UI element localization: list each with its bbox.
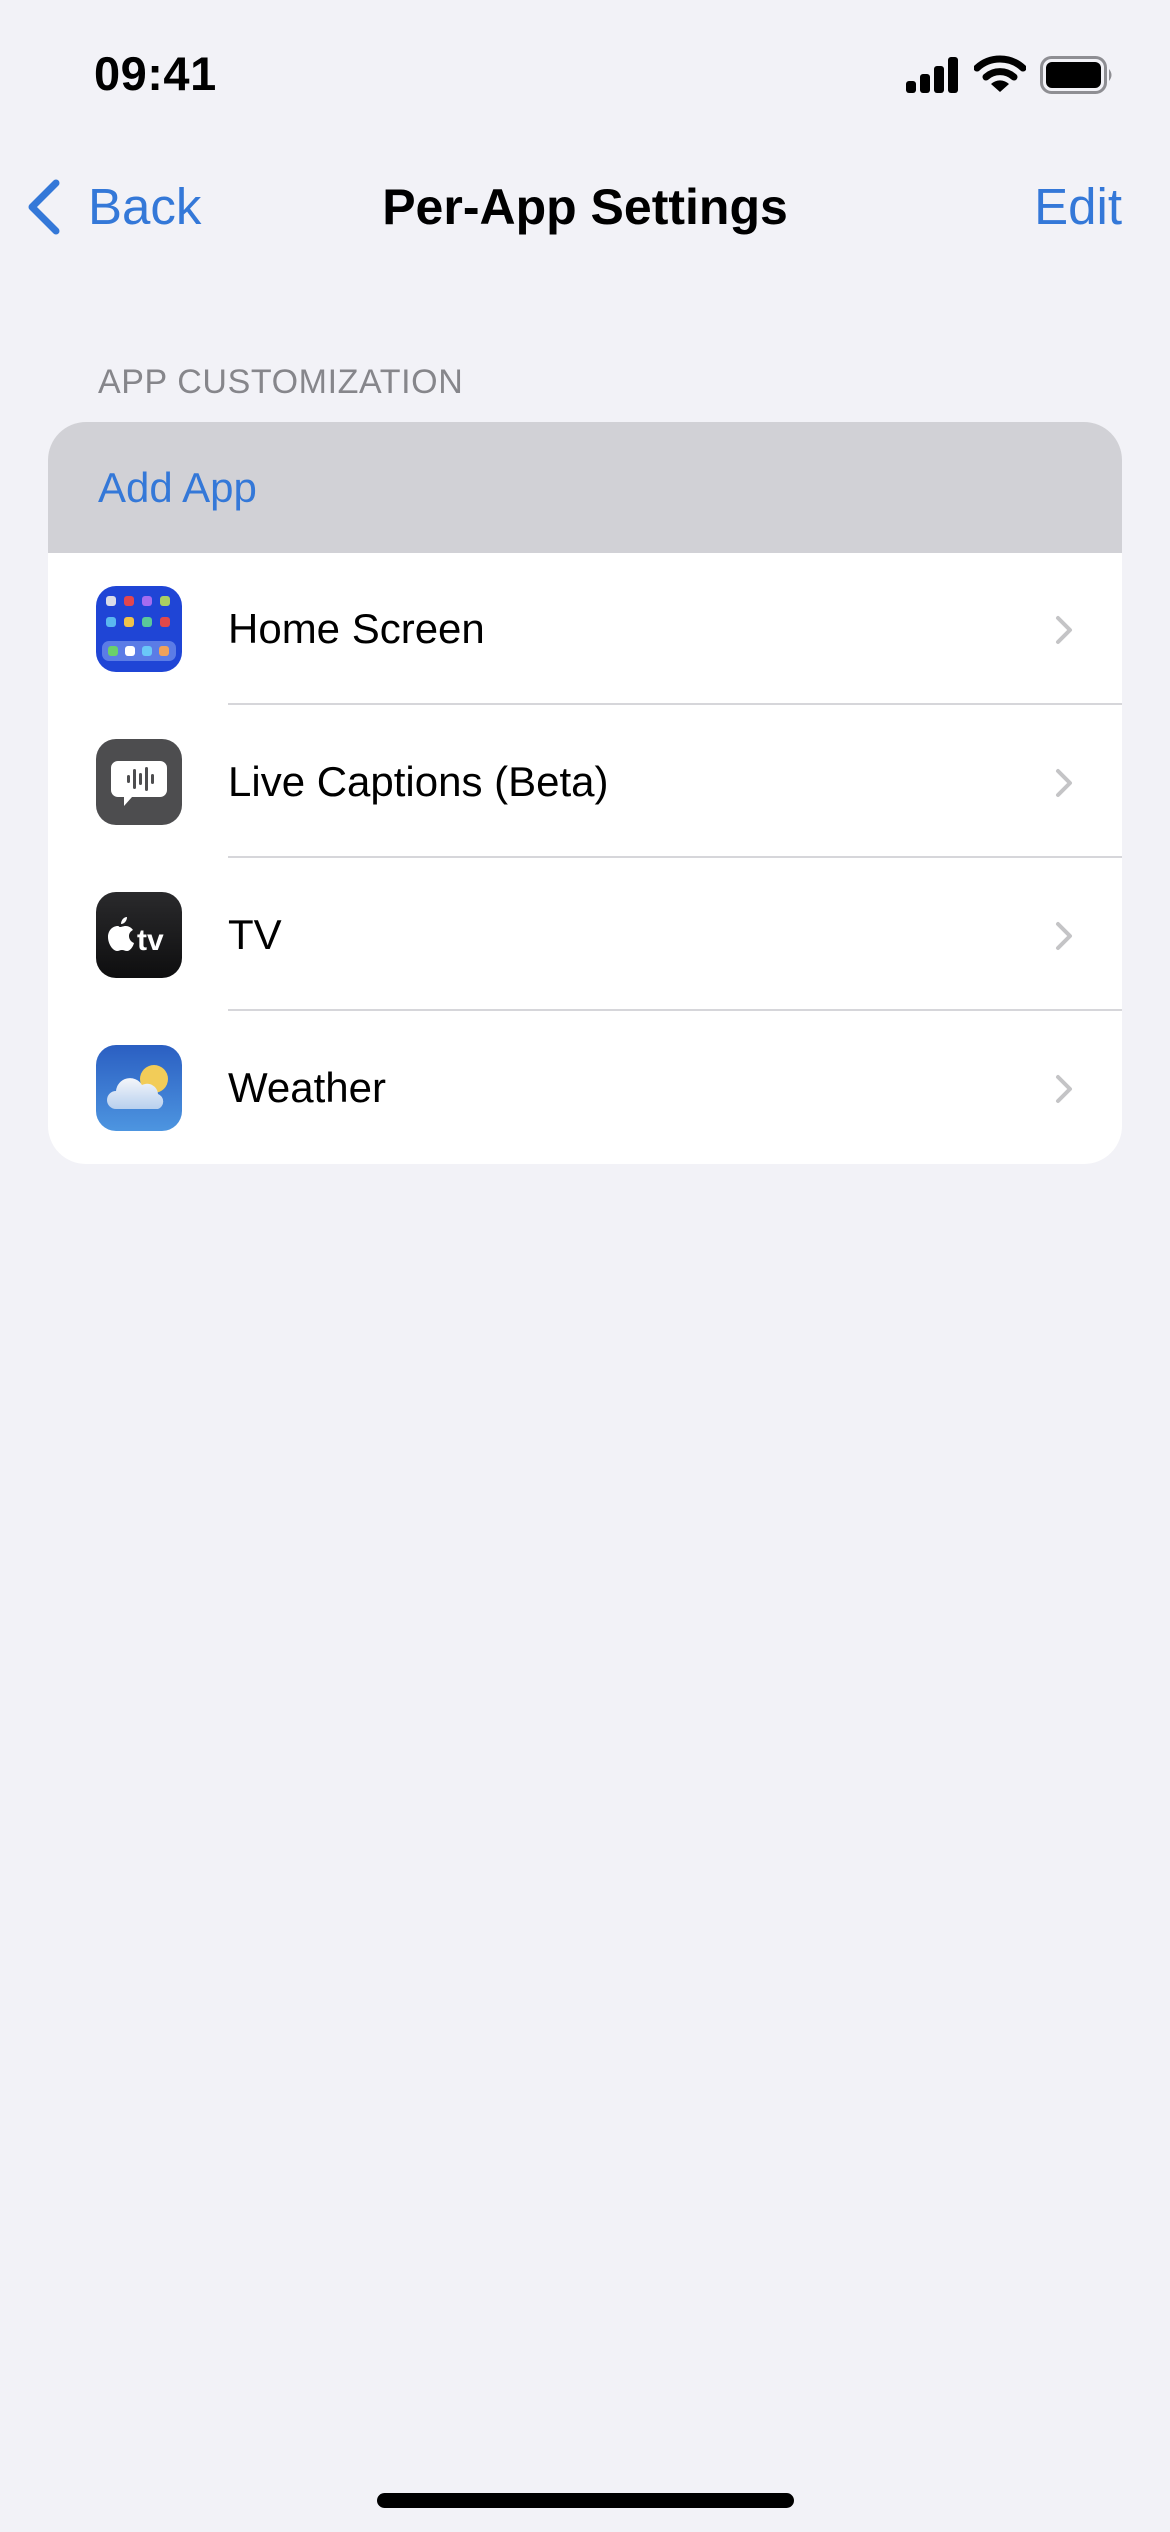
home-screen-icon [96, 586, 182, 672]
home-indicator[interactable] [377, 2493, 794, 2508]
battery-icon [1040, 56, 1112, 94]
chevron-right-icon [1056, 1075, 1072, 1103]
add-app-label: Add App [98, 464, 257, 511]
edit-button[interactable]: Edit [1034, 172, 1122, 242]
apple-tv-icon: tv [96, 892, 182, 978]
separator [228, 1009, 1122, 1011]
chevron-right-icon [1056, 922, 1072, 950]
list-item-label: Weather [228, 1064, 386, 1111]
wifi-icon [974, 55, 1026, 92]
app-customization-list: Add App Home Screen Live Captions (Beta)… [48, 422, 1122, 1164]
list-item-weather[interactable]: Weather [48, 1012, 1122, 1164]
separator [228, 856, 1122, 858]
list-item-live-captions[interactable]: Live Captions (Beta) [48, 706, 1122, 858]
list-item-tv[interactable]: tv TV [48, 859, 1122, 1011]
weather-icon [96, 1045, 182, 1131]
chevron-right-icon [1056, 616, 1072, 644]
chevron-right-icon [1056, 769, 1072, 797]
page-title: Per-App Settings [382, 179, 788, 235]
cellular-signal-icon [906, 57, 958, 93]
list-item-label: Home Screen [228, 605, 485, 652]
add-app-button[interactable]: Add App [48, 422, 1122, 553]
status-time: 09:41 [94, 47, 217, 100]
live-captions-icon [96, 739, 182, 825]
section-header: APP CUSTOMIZATION [98, 363, 464, 401]
separator [228, 703, 1122, 705]
list-item-home-screen[interactable]: Home Screen [48, 553, 1122, 705]
svg-text:tv: tv [137, 924, 164, 957]
list-item-label: Live Captions (Beta) [228, 758, 609, 805]
list-item-label: TV [228, 911, 282, 958]
